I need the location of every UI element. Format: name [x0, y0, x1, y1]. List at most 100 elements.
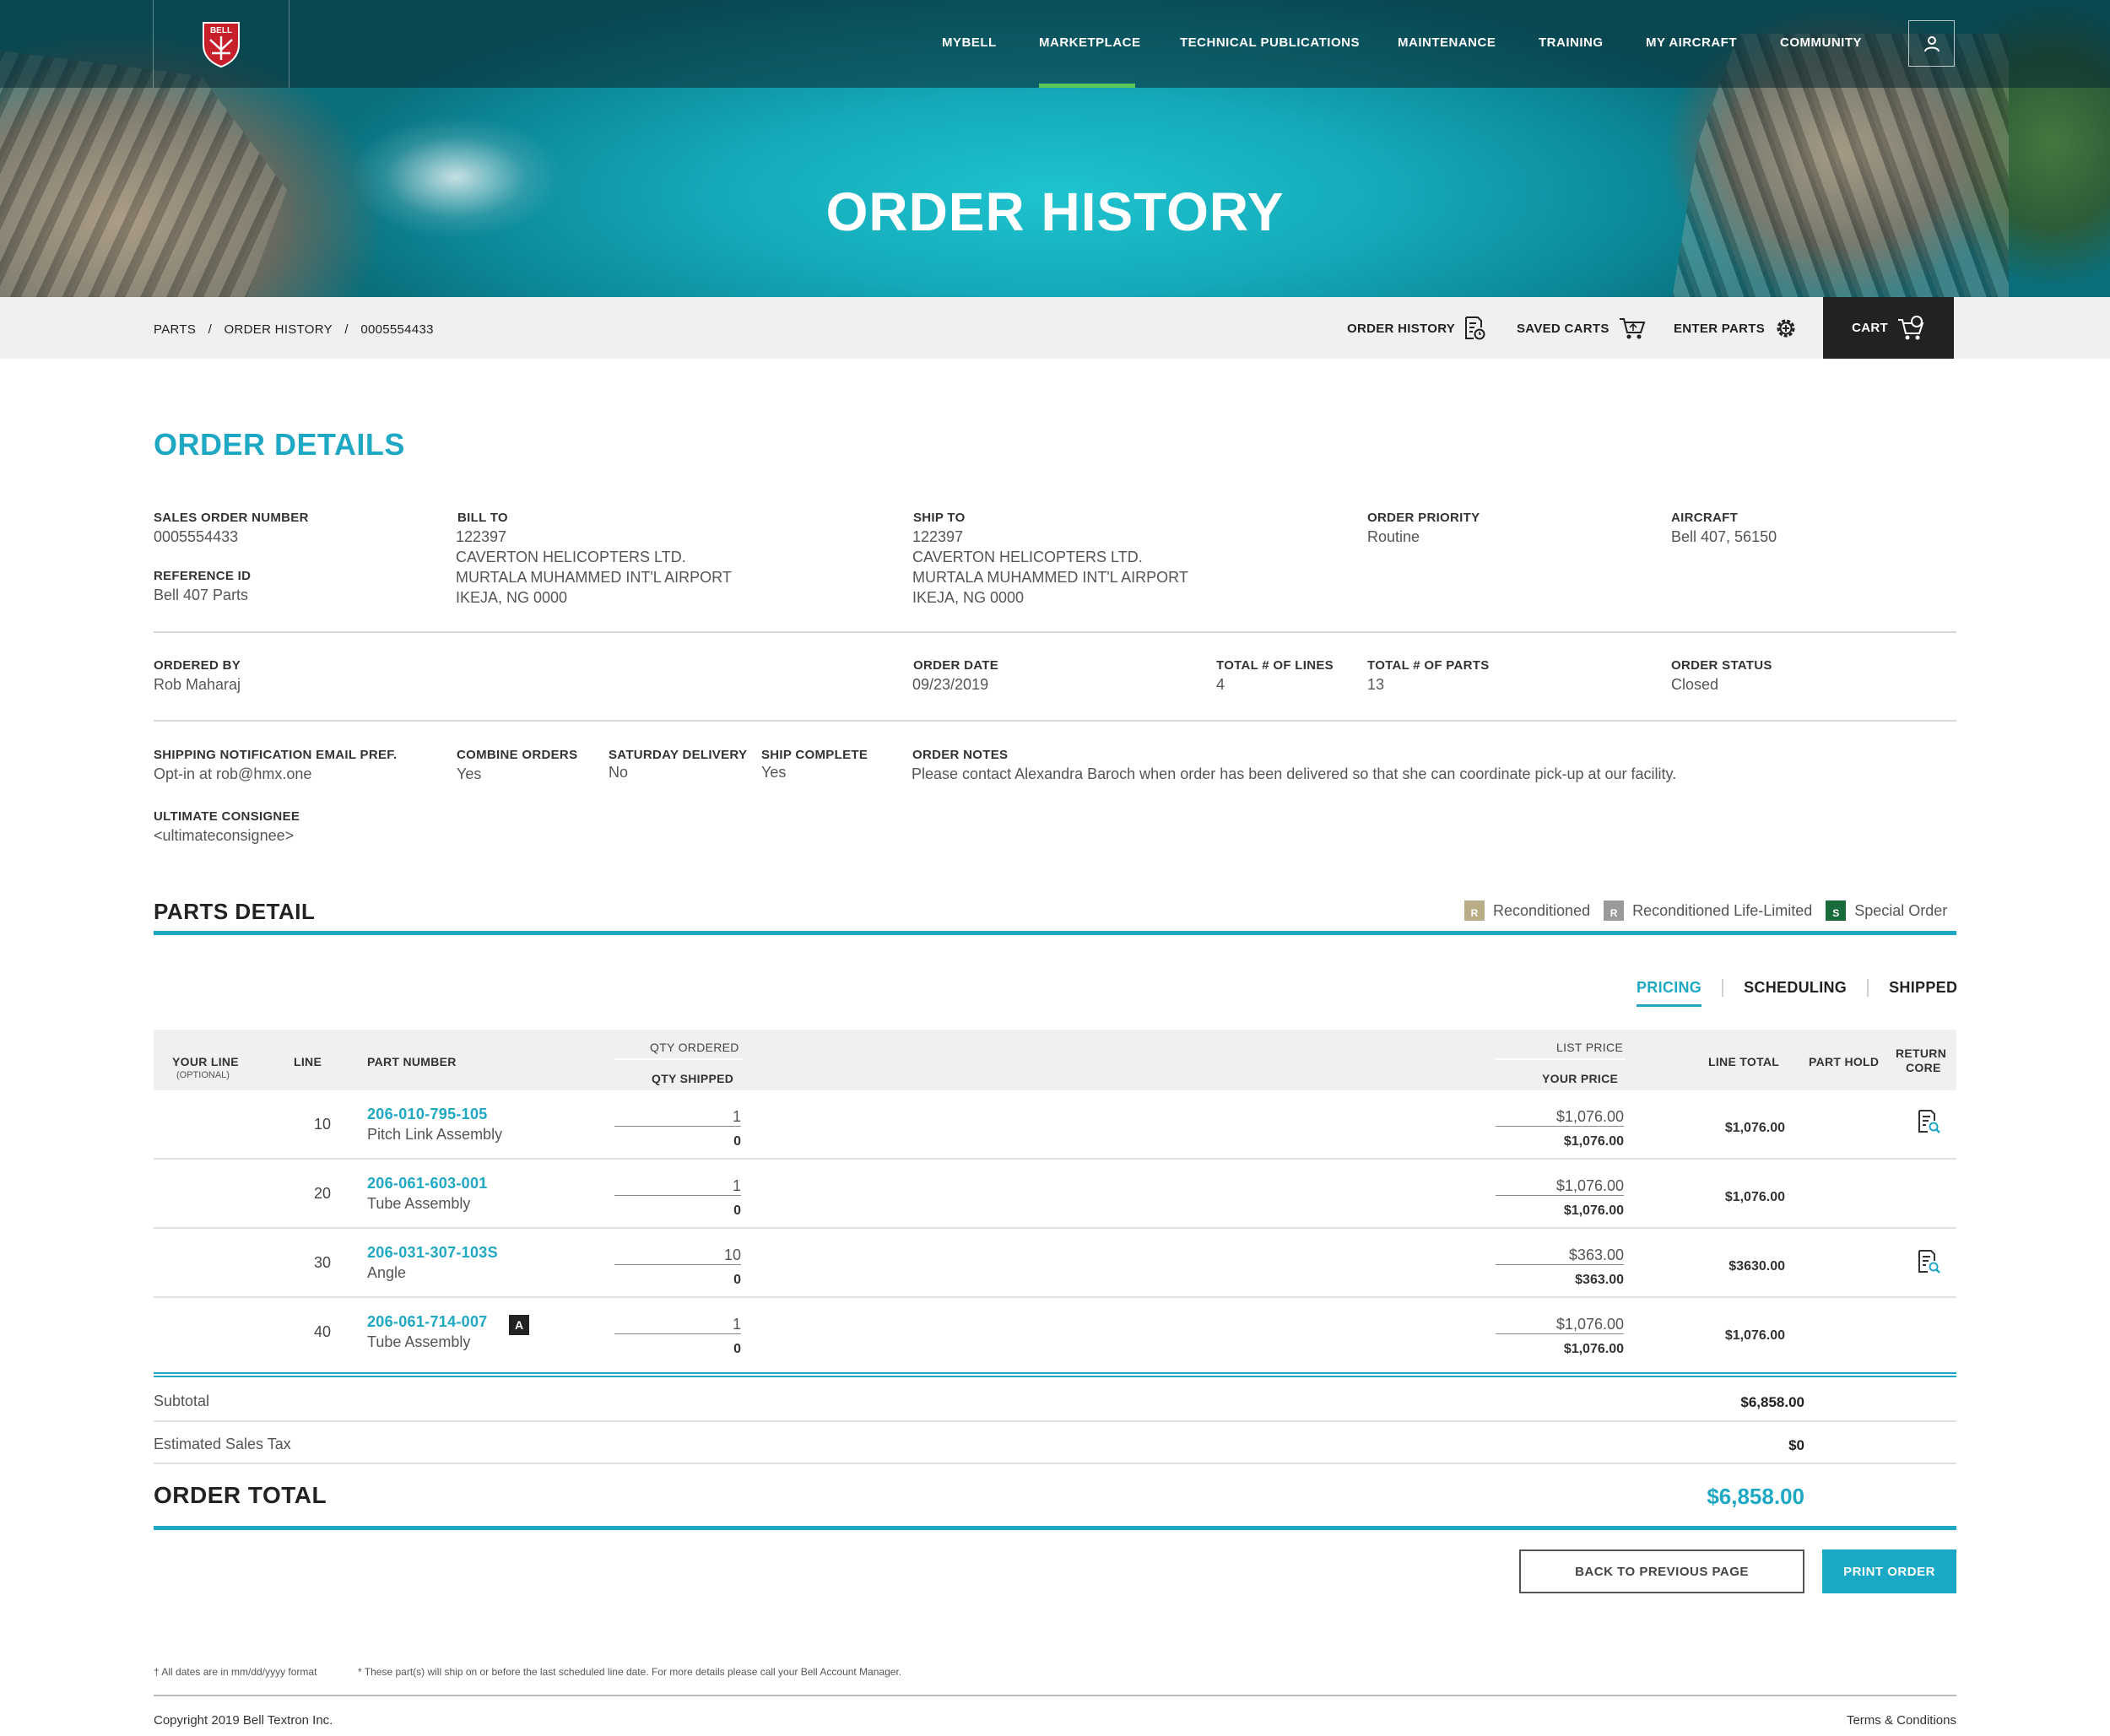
- order-status-label: ORDER STATUS: [1671, 658, 1772, 673]
- nav-technical-publications[interactable]: TECHNICAL PUBLICATIONS: [1180, 35, 1360, 50]
- ship-to-address: 122397 CAVERTON HELICOPTERS LTD. MURTALA…: [912, 527, 1188, 608]
- reference-id-label: REFERENCE ID: [154, 569, 252, 583]
- tab-scheduling[interactable]: SCHEDULING: [1723, 978, 1869, 997]
- saved-carts-link[interactable]: SAVED CARTS: [1517, 314, 1647, 343]
- col-qty-shipped: QTY SHIPPED: [652, 1072, 734, 1085]
- logo-text: BELL: [210, 26, 232, 35]
- row-part-number-link[interactable]: 206-010-795-105: [367, 1106, 488, 1123]
- ship-complete-value: Yes: [761, 764, 787, 781]
- return-core-icon[interactable]: [1916, 1249, 1941, 1274]
- row-part-number-link[interactable]: 206-061-714-007: [367, 1313, 488, 1331]
- reconditioned-swatch: R: [1464, 900, 1485, 921]
- bill-to-line: 122397: [456, 528, 507, 545]
- reference-id-value: Bell 407 Parts: [154, 587, 249, 603]
- row-description: Pitch Link Assembly: [367, 1126, 503, 1143]
- footnote-dates: † All dates are in mm/dd/yyyy format: [154, 1666, 317, 1678]
- order-status-value: Closed: [1671, 676, 1719, 693]
- sales-tax-value: $0: [1788, 1437, 1804, 1453]
- parts-tabs: PRICING SCHEDULING SHIPPED: [1616, 971, 1957, 1007]
- return-core-icon[interactable]: [1916, 1109, 1941, 1134]
- row-qty-shipped: 0: [733, 1273, 741, 1287]
- row-qty-shipped: 0: [733, 1203, 741, 1218]
- breadcrumb-order-number: 0005554433: [360, 322, 434, 337]
- subtotal-value: $6,858.00: [1740, 1394, 1804, 1410]
- order-details-heading: ORDER DETAILS: [154, 427, 405, 462]
- cart-button[interactable]: CART: [1823, 297, 1954, 359]
- tab-pricing[interactable]: PRICING: [1616, 978, 1724, 1007]
- terms-and-conditions-link[interactable]: Terms & Conditions: [1847, 1713, 1956, 1728]
- row-description: Angle: [367, 1264, 407, 1281]
- total-lines-value: 4: [1216, 676, 1225, 693]
- order-date-label: ORDER DATE: [913, 658, 999, 673]
- row-list-price: $1,076.00: [1496, 1317, 1624, 1334]
- col-line-total: LINE TOTAL: [1708, 1055, 1780, 1068]
- breadcrumb-parts[interactable]: PARTS: [154, 322, 196, 337]
- print-order-button[interactable]: PRINT ORDER: [1822, 1549, 1956, 1593]
- total-parts-label: TOTAL # OF PARTS: [1367, 658, 1490, 673]
- bill-to-label: BILL TO: [457, 511, 508, 525]
- nav-mybell[interactable]: MYBELL: [942, 35, 997, 50]
- row-your-price: $1,076.00: [1563, 1203, 1624, 1218]
- saturday-delivery-value: No: [609, 764, 629, 781]
- ship-to-line: MURTALA MUHAMMED INT'L AIRPORT: [912, 569, 1188, 586]
- ultimate-consignee-label: ULTIMATE CONSIGNEE: [154, 809, 300, 824]
- nav-training[interactable]: TRAINING: [1539, 35, 1604, 50]
- header-divider: [1496, 1058, 1626, 1060]
- ordered-by-label: ORDERED BY: [154, 658, 241, 673]
- nav-maintenance[interactable]: MAINTENANCE: [1398, 35, 1496, 50]
- reconditioned-legend-label: Reconditioned: [1493, 901, 1591, 919]
- total-parts-value: 13: [1367, 676, 1385, 693]
- row-line-total: $3630.00: [1729, 1259, 1785, 1274]
- bill-to-address: 122397 CAVERTON HELICOPTERS LTD. MURTALA…: [456, 527, 732, 608]
- special-order-swatch: S: [1826, 900, 1847, 921]
- hero-banner: BELL MYBELL MARKETPLACE TECHNICAL PUBLIC…: [0, 0, 2110, 297]
- row-line: 40: [313, 1323, 332, 1340]
- logo-container[interactable]: BELL: [153, 0, 289, 88]
- cart-icon: [1897, 315, 1924, 339]
- col-part-hold: PART HOLD: [1809, 1055, 1880, 1068]
- order-total-rule: [154, 1526, 1956, 1530]
- enter-parts-link[interactable]: ENTER PARTS: [1674, 314, 1799, 343]
- legend: R Reconditioned R Reconditioned Life-Lim…: [1464, 900, 1947, 922]
- sales-tax-row: Estimated Sales Tax $0: [154, 1422, 1956, 1464]
- ship-complete-label: SHIP COMPLETE: [761, 748, 868, 762]
- breadcrumb-order-history[interactable]: ORDER HISTORY: [225, 322, 333, 337]
- col-return-core: RETURN: [1896, 1046, 1947, 1060]
- order-priority-label: ORDER PRIORITY: [1367, 511, 1480, 525]
- nav-my-aircraft[interactable]: MY AIRCRAFT: [1646, 35, 1737, 50]
- header-divider: [614, 1058, 743, 1060]
- nav-marketplace[interactable]: MARKETPLACE: [1039, 35, 1141, 50]
- breadcrumb-separator: /: [208, 322, 213, 337]
- nav-community[interactable]: COMMUNITY: [1780, 35, 1862, 50]
- row-qty-shipped: 0: [733, 1342, 741, 1356]
- bill-to-line: IKEJA, NG 0000: [456, 589, 568, 606]
- parts-detail-rule: [154, 931, 1956, 935]
- bell-logo-icon: BELL: [203, 22, 240, 68]
- back-to-previous-page-button[interactable]: BACK TO PREVIOUS PAGE: [1519, 1549, 1804, 1593]
- user-account-button[interactable]: [1908, 20, 1955, 67]
- aircraft-value: Bell 407, 56150: [1671, 528, 1777, 545]
- row-part-number-link[interactable]: 206-031-307-103S: [367, 1244, 498, 1262]
- special-order-legend-label: Special Order: [1854, 901, 1948, 919]
- saved-carts-label: SAVED CARTS: [1517, 321, 1610, 336]
- row-line-total: $1,076.00: [1724, 1121, 1785, 1135]
- table-row: 10 206-010-795-105 Pitch Link Assembly 1…: [154, 1090, 1956, 1160]
- breadcrumb: PARTS / ORDER HISTORY / 0005554433: [154, 322, 442, 337]
- col-your-price: YOUR PRICE: [1542, 1072, 1619, 1085]
- sales-tax-label: Estimated Sales Tax: [154, 1436, 291, 1452]
- footer-divider: [154, 1695, 1956, 1696]
- order-date-value: 09/23/2019: [912, 676, 989, 693]
- order-priority-value: Routine: [1367, 528, 1420, 545]
- col-list-price: LIST PRICE: [1556, 1041, 1623, 1054]
- col-line: LINE: [294, 1055, 322, 1068]
- combine-orders-value: Yes: [457, 765, 482, 782]
- row-your-price: $363.00: [1575, 1273, 1624, 1287]
- tab-shipped[interactable]: SHIPPED: [1869, 979, 1957, 997]
- reconditioned-life-limited-legend-label: Reconditioned Life-Limited: [1632, 901, 1813, 919]
- row-part-number-link[interactable]: 206-061-603-001: [367, 1175, 488, 1192]
- order-history-icon: [1465, 316, 1485, 340]
- row-qty-ordered: 10: [614, 1247, 741, 1265]
- ultimate-consignee-value: <ultimateconsignee>: [154, 827, 295, 844]
- part-badge: A: [509, 1315, 529, 1335]
- order-history-link[interactable]: ORDER HISTORY: [1347, 314, 1485, 343]
